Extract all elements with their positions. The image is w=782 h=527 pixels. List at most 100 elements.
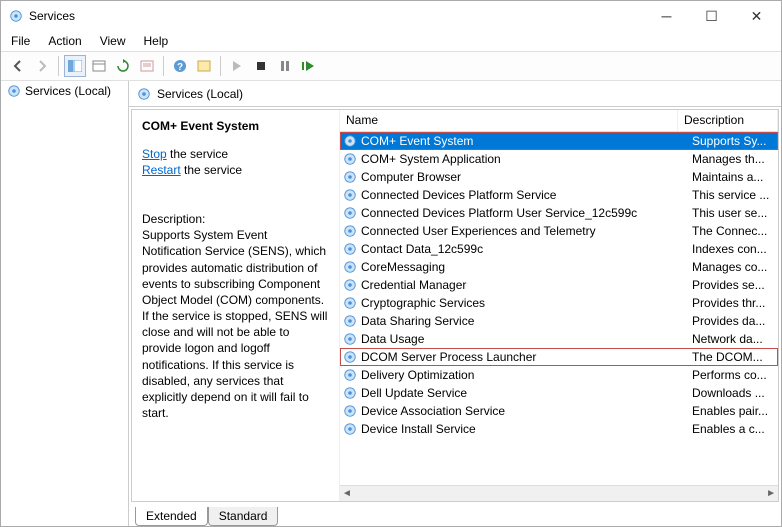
menubar: File Action View Help bbox=[1, 31, 781, 51]
gear-icon bbox=[342, 386, 358, 400]
refresh-button[interactable] bbox=[112, 55, 134, 77]
service-name: Connected Devices Platform Service bbox=[358, 188, 692, 202]
gear-icon bbox=[342, 170, 358, 184]
service-description: The DCOM... bbox=[692, 350, 776, 364]
service-name: Device Install Service bbox=[358, 422, 692, 436]
service-name: Delivery Optimization bbox=[358, 368, 692, 382]
service-row[interactable]: Computer BrowserMaintains a... bbox=[340, 168, 778, 186]
tab-extended[interactable]: Extended bbox=[135, 507, 208, 526]
show-hide-tree-button[interactable] bbox=[64, 55, 86, 77]
service-name: COM+ Event System bbox=[358, 134, 692, 148]
service-name: Credential Manager bbox=[358, 278, 692, 292]
selected-service-name: COM+ Event System bbox=[142, 118, 329, 134]
content-header-title: Services (Local) bbox=[157, 87, 243, 101]
gear-icon bbox=[342, 260, 358, 274]
service-description: Performs co... bbox=[692, 368, 776, 382]
pause-service-button[interactable] bbox=[274, 55, 296, 77]
service-name: Device Association Service bbox=[358, 404, 692, 418]
service-description: This service ... bbox=[692, 188, 776, 202]
minimize-button[interactable]: ─ bbox=[644, 2, 689, 30]
service-row[interactable]: Contact Data_12c599cIndexes con... bbox=[340, 240, 778, 258]
window-title: Services bbox=[29, 9, 75, 23]
tab-standard[interactable]: Standard bbox=[208, 507, 279, 526]
horizontal-scrollbar[interactable]: ◄ ► bbox=[340, 485, 778, 501]
stop-link[interactable]: Stop bbox=[142, 147, 167, 161]
tree-pane: Services (Local) bbox=[1, 81, 129, 526]
service-name: Contact Data_12c599c bbox=[358, 242, 692, 256]
service-row[interactable]: Connected Devices Platform ServiceThis s… bbox=[340, 186, 778, 204]
gear-icon bbox=[137, 87, 151, 101]
service-row[interactable]: Dell Update ServiceDownloads ... bbox=[340, 384, 778, 402]
service-row[interactable]: CoreMessagingManages co... bbox=[340, 258, 778, 276]
properties-button[interactable] bbox=[136, 55, 158, 77]
service-description: The Connec... bbox=[692, 224, 776, 238]
export-list-button[interactable] bbox=[88, 55, 110, 77]
detail-pane: COM+ Event System Stop the service Resta… bbox=[132, 110, 339, 501]
gear-icon bbox=[342, 314, 358, 328]
service-row[interactable]: Data Sharing ServiceProvides da... bbox=[340, 312, 778, 330]
start-service-button[interactable] bbox=[226, 55, 248, 77]
service-name: Computer Browser bbox=[358, 170, 692, 184]
service-description: Manages th... bbox=[692, 152, 776, 166]
stop-service-button[interactable] bbox=[250, 55, 272, 77]
gear-icon bbox=[342, 350, 358, 364]
gear-icon bbox=[342, 134, 358, 148]
maximize-button[interactable]: ☐ bbox=[689, 2, 734, 30]
gear-icon bbox=[342, 296, 358, 310]
service-description: Maintains a... bbox=[692, 170, 776, 184]
help-topics-button[interactable] bbox=[193, 55, 215, 77]
scroll-left-icon[interactable]: ◄ bbox=[342, 488, 352, 499]
service-row[interactable]: Device Association ServiceEnables pair..… bbox=[340, 402, 778, 420]
service-name: COM+ System Application bbox=[358, 152, 692, 166]
service-name: DCOM Server Process Launcher bbox=[358, 350, 692, 364]
service-name: Connected User Experiences and Telemetry bbox=[358, 224, 692, 238]
service-description: Provides da... bbox=[692, 314, 776, 328]
service-row[interactable]: Connected Devices Platform User Service_… bbox=[340, 204, 778, 222]
help-button[interactable]: ? bbox=[169, 55, 191, 77]
service-row[interactable]: Connected User Experiences and Telemetry… bbox=[340, 222, 778, 240]
scroll-right-icon[interactable]: ► bbox=[766, 488, 776, 499]
service-description: This user se... bbox=[692, 206, 776, 220]
gear-icon bbox=[342, 224, 358, 238]
toolbar: ? bbox=[1, 51, 781, 81]
forward-button[interactable] bbox=[31, 55, 53, 77]
service-name: Data Usage bbox=[358, 332, 692, 346]
tree-node-services-local[interactable]: Services (Local) bbox=[1, 81, 128, 101]
service-row[interactable]: Data UsageNetwork da... bbox=[340, 330, 778, 348]
gear-icon bbox=[342, 404, 358, 418]
service-row[interactable]: DCOM Server Process LauncherThe DCOM... bbox=[340, 348, 778, 366]
menu-help[interactable]: Help bbox=[144, 34, 169, 48]
column-header-name[interactable]: Name bbox=[340, 110, 678, 131]
titlebar[interactable]: Services ─ ☐ ✕ bbox=[1, 1, 781, 31]
service-row[interactable]: COM+ System ApplicationManages th... bbox=[340, 150, 778, 168]
view-tabs: Extended Standard bbox=[129, 504, 781, 526]
stop-suffix: the service bbox=[167, 147, 228, 161]
services-window: Services ─ ☐ ✕ File Action View Help ? bbox=[0, 0, 782, 527]
service-row[interactable]: Credential ManagerProvides se... bbox=[340, 276, 778, 294]
menu-view[interactable]: View bbox=[100, 34, 126, 48]
menu-action[interactable]: Action bbox=[48, 34, 81, 48]
menu-file[interactable]: File bbox=[11, 34, 30, 48]
gear-icon bbox=[342, 206, 358, 220]
content-header: Services (Local) bbox=[129, 81, 781, 107]
service-description: Enables pair... bbox=[692, 404, 776, 418]
service-description: Enables a c... bbox=[692, 422, 776, 436]
service-row[interactable]: Device Install ServiceEnables a c... bbox=[340, 420, 778, 438]
service-description: Indexes con... bbox=[692, 242, 776, 256]
service-description: Provides se... bbox=[692, 278, 776, 292]
content-pane: Services (Local) COM+ Event System Stop … bbox=[129, 81, 781, 526]
restart-link[interactable]: Restart bbox=[142, 163, 181, 177]
service-rows[interactable]: COM+ Event SystemSupports Sy...COM+ Syst… bbox=[340, 132, 778, 485]
service-name: CoreMessaging bbox=[358, 260, 692, 274]
service-row[interactable]: COM+ Event SystemSupports Sy... bbox=[340, 132, 778, 150]
tree-node-label: Services (Local) bbox=[25, 84, 111, 98]
service-row[interactable]: Cryptographic ServicesProvides thr... bbox=[340, 294, 778, 312]
back-button[interactable] bbox=[7, 55, 29, 77]
restart-service-button[interactable] bbox=[298, 55, 320, 77]
close-button[interactable]: ✕ bbox=[734, 2, 779, 30]
column-header-description[interactable]: Description bbox=[678, 110, 778, 131]
service-row[interactable]: Delivery OptimizationPerforms co... bbox=[340, 366, 778, 384]
service-description: Manages co... bbox=[692, 260, 776, 274]
restart-suffix: the service bbox=[181, 163, 242, 177]
service-name: Cryptographic Services bbox=[358, 296, 692, 310]
